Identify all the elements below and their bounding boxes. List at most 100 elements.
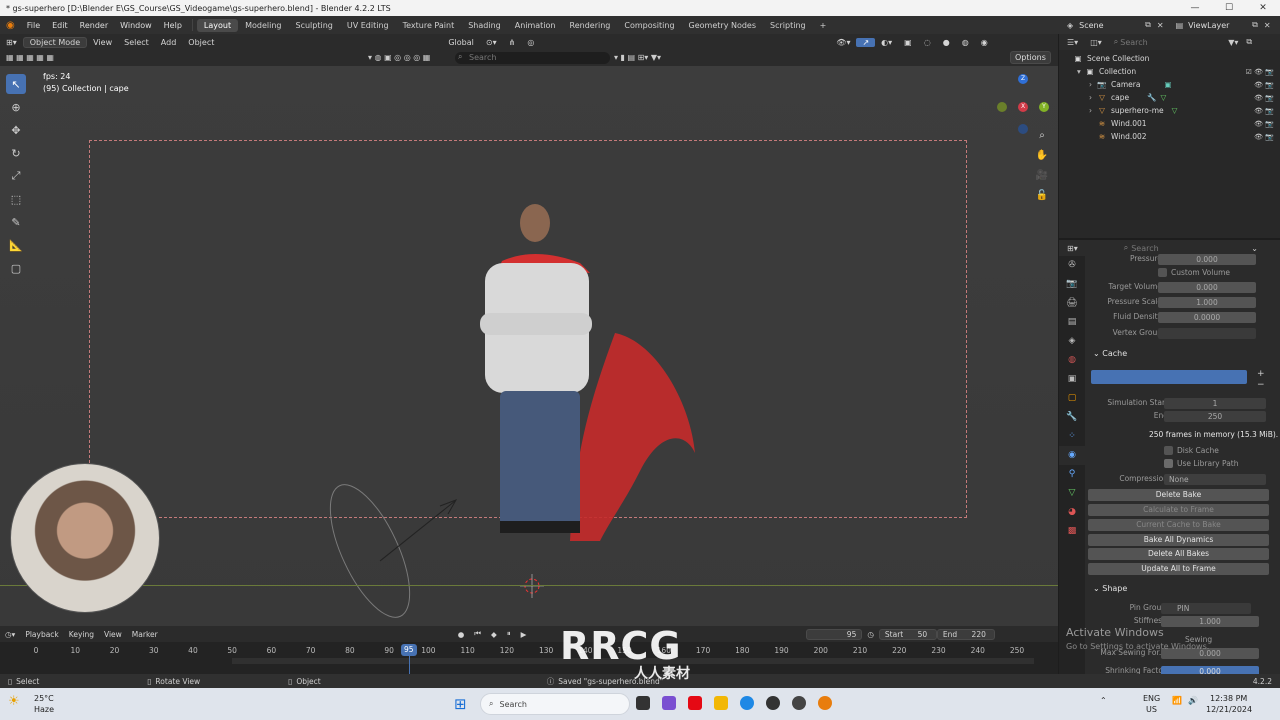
timeline-editor-icon[interactable]: ◷▾ bbox=[0, 630, 20, 639]
bake-all-dynamics-button[interactable]: Bake All Dynamics bbox=[1088, 534, 1269, 546]
collection-tab-icon[interactable]: ▣ bbox=[1059, 370, 1085, 389]
netflix-icon[interactable] bbox=[688, 696, 702, 710]
app-icon[interactable] bbox=[662, 696, 676, 710]
superhero-model[interactable] bbox=[440, 201, 720, 541]
toolbar-icons[interactable]: ▾ ▮ ▤ ⊞▾ ▼▾ bbox=[614, 53, 661, 62]
frame-end-field[interactable]: End 220 bbox=[936, 628, 995, 640]
zoom-icon[interactable]: ⌕ bbox=[1034, 130, 1050, 146]
tree-row-cape[interactable]: › ▽ cape 🔧 ▽ 👁 📷 bbox=[1059, 91, 1280, 104]
expand-icon[interactable]: › bbox=[1089, 106, 1097, 115]
output-tab-icon[interactable]: 🖨 bbox=[1059, 294, 1085, 313]
filter-icons[interactable]: ▾ ◍ ▣ ◎ ◎ ◎ ▦ bbox=[368, 53, 430, 62]
add-cube-tool-icon[interactable]: ▢ bbox=[6, 258, 26, 278]
cache-panel-header[interactable]: ⌄ Cache bbox=[1093, 349, 1127, 358]
xray-icon[interactable]: ▣ bbox=[898, 38, 918, 47]
expand-icon[interactable]: ▾ bbox=[1077, 67, 1085, 76]
add-cache-button[interactable]: + bbox=[1257, 369, 1265, 379]
visibility-toggles[interactable]: 👁 📷 bbox=[1254, 81, 1274, 89]
wifi-icon[interactable]: 📶 bbox=[1172, 696, 1182, 705]
visibility-toggles[interactable]: 👁 📷 bbox=[1254, 107, 1274, 115]
chevron-up-icon[interactable]: ⌃ bbox=[1100, 696, 1107, 705]
frame-start-field[interactable]: Start 50 bbox=[878, 628, 937, 640]
annotate-tool-icon[interactable]: ✎ bbox=[6, 212, 26, 232]
clock-time[interactable]: 12:38 PM bbox=[1210, 694, 1247, 703]
physics-tab-icon[interactable]: ◉ bbox=[1059, 446, 1085, 465]
mesh-data-icon[interactable]: ▽ bbox=[1160, 93, 1166, 102]
visibility-toggles[interactable]: ☑ 👁 📷 bbox=[1246, 68, 1274, 76]
shading-wireframe-icon[interactable]: ◌ bbox=[918, 38, 937, 47]
jump-start-icon[interactable]: ⏮ bbox=[469, 629, 486, 639]
calculate-to-frame-button[interactable]: Calculate to Frame bbox=[1088, 504, 1269, 516]
delete-scene-icon[interactable]: ✕ bbox=[1157, 21, 1164, 30]
tab-animation[interactable]: Animation bbox=[508, 19, 563, 32]
vertex-group-field[interactable] bbox=[1158, 328, 1256, 339]
shading-solid-icon[interactable]: ● bbox=[937, 38, 956, 47]
menu-edit[interactable]: Edit bbox=[46, 21, 74, 30]
tree-row-wind-002[interactable]: ≋ Wind.002 👁 📷 bbox=[1059, 130, 1280, 143]
keyframe-prev-icon[interactable]: ◆ bbox=[486, 630, 502, 639]
texture-tab-icon[interactable]: ▩ bbox=[1059, 522, 1085, 541]
mode-dropdown[interactable]: Object Mode bbox=[22, 36, 88, 48]
remove-cache-button[interactable]: − bbox=[1257, 380, 1265, 390]
menu-select[interactable]: Select bbox=[118, 38, 155, 47]
delete-all-bakes-button[interactable]: Delete All Bakes bbox=[1088, 548, 1269, 560]
navigation-gizmo[interactable]: Z X Y bbox=[995, 72, 1051, 134]
select-tool-icon[interactable]: ↖ bbox=[6, 74, 26, 94]
options-dropdown[interactable]: Options bbox=[1010, 51, 1051, 64]
gizmo-neg-y-icon[interactable] bbox=[997, 102, 1007, 112]
current-frame-field[interactable]: 95 bbox=[806, 628, 863, 640]
tree-row-superhero[interactable]: › ▽ superhero-me ▽ 👁 📷 bbox=[1059, 104, 1280, 117]
visibility-icon[interactable]: 👁▾ bbox=[830, 38, 856, 47]
display-mode-icon[interactable]: ◫▾ bbox=[1090, 38, 1102, 47]
tree-row-collection[interactable]: ▾ ▣ Collection ☑ 👁 📷 bbox=[1059, 65, 1280, 78]
mesh-data-icon[interactable]: ▽ bbox=[1172, 106, 1178, 115]
pivot-icon[interactable]: ⊙▾ bbox=[480, 38, 503, 47]
chevron-down-icon[interactable]: ⌄ bbox=[1251, 244, 1258, 253]
timeline-ruler[interactable]: 0 10 20 30 40 50 60 70 80 90 100 110 120 130 140 150 160… bbox=[0, 642, 1058, 674]
gizmo-neg-z-icon[interactable] bbox=[1018, 124, 1028, 134]
wind-empty[interactable] bbox=[300, 476, 480, 626]
properties-editor-icon[interactable]: ⊞▾ bbox=[1067, 244, 1078, 253]
use-library-path-checkbox[interactable] bbox=[1164, 459, 1173, 468]
lock-icon[interactable]: 🔓 bbox=[1034, 190, 1050, 206]
record-icon[interactable]: ● bbox=[453, 630, 470, 639]
language-indicator[interactable]: ENG bbox=[1143, 694, 1160, 703]
tab-layout[interactable]: Layout bbox=[196, 18, 239, 32]
pin-group-field[interactable]: PIN bbox=[1161, 603, 1251, 614]
scale-tool-icon[interactable]: ⤢ bbox=[6, 166, 26, 186]
tab-geometry-nodes[interactable]: Geometry Nodes bbox=[682, 19, 763, 32]
target-volume-field[interactable]: 0.000 bbox=[1158, 282, 1256, 293]
menu-file[interactable]: File bbox=[21, 21, 46, 30]
taskbar-search[interactable]: ⌕ Search bbox=[480, 693, 630, 715]
menu-object[interactable]: Object bbox=[182, 38, 220, 47]
app-icon[interactable] bbox=[766, 696, 780, 710]
measure-tool-icon[interactable]: 📐 bbox=[6, 235, 26, 255]
menu-marker[interactable]: Marker bbox=[127, 630, 163, 639]
simulation-start-field[interactable]: 1 bbox=[1164, 398, 1266, 409]
compression-dropdown[interactable]: None bbox=[1164, 474, 1266, 485]
tree-row-scene-collection[interactable]: ▣ Scene Collection bbox=[1059, 52, 1280, 65]
select-box-icon[interactable]: ▦ ▦ ▦ ▦ ▦ bbox=[6, 53, 54, 62]
properties-search-input[interactable]: Search bbox=[1131, 244, 1211, 253]
maximize-button[interactable]: ☐ bbox=[1212, 3, 1246, 13]
tab-scripting[interactable]: Scripting bbox=[763, 19, 813, 32]
menu-keying[interactable]: Keying bbox=[64, 630, 99, 639]
blender-logo-icon[interactable]: ◉ bbox=[0, 20, 21, 31]
menu-add[interactable]: Add bbox=[155, 38, 183, 47]
object-tab-icon[interactable]: ▢ bbox=[1059, 389, 1085, 408]
menu-window[interactable]: Window bbox=[114, 21, 158, 30]
menu-view[interactable]: View bbox=[87, 38, 118, 47]
minimize-button[interactable]: — bbox=[1178, 3, 1212, 13]
current-cache-to-bake-button[interactable]: Current Cache to Bake bbox=[1088, 519, 1269, 531]
pause-icon[interactable]: ⏸ bbox=[502, 629, 516, 639]
task-view-icon[interactable] bbox=[636, 696, 650, 710]
tab-modeling[interactable]: Modeling bbox=[238, 19, 288, 32]
modifier-icon[interactable]: 🔧 bbox=[1147, 93, 1156, 102]
weather-temperature[interactable]: 25°C bbox=[34, 694, 54, 703]
cache-list-item[interactable] bbox=[1091, 370, 1247, 384]
volume-icon[interactable]: 🔊 bbox=[1188, 696, 1198, 705]
constraints-tab-icon[interactable]: ⚲ bbox=[1059, 465, 1085, 484]
close-button[interactable]: ✕ bbox=[1246, 3, 1280, 13]
shape-panel-header[interactable]: ⌄ Shape bbox=[1093, 584, 1127, 593]
particles-tab-icon[interactable]: ⁘ bbox=[1059, 427, 1085, 446]
